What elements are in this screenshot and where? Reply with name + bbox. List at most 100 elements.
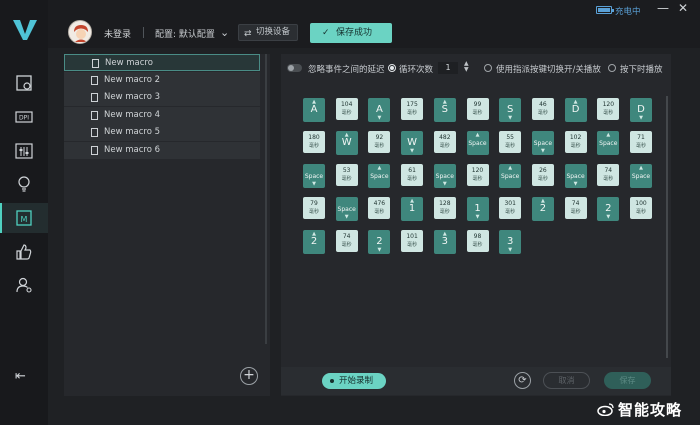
key-label: Space	[304, 173, 324, 180]
key-event-tile[interactable]: ▼ S	[499, 98, 522, 122]
thumbs-up-icon[interactable]	[14, 242, 34, 262]
delay-event-tile[interactable]: 482 毫秒	[433, 131, 456, 153]
key-event-tile[interactable]: ▼ 2	[368, 230, 391, 254]
macro-list-item[interactable]: New macro	[64, 54, 260, 71]
key-event-tile[interactable]: ▲ 1	[401, 197, 424, 221]
delay-event-tile[interactable]: 100 毫秒	[630, 197, 652, 219]
key-event-tile[interactable]: ▼ 3	[499, 230, 522, 254]
delay-value: 26	[539, 167, 547, 174]
minimize-icon[interactable]: —	[657, 1, 669, 15]
playback-options: 忽略事件之间的延迟 循环次数 1 ▲ ▼ 使用指派按键切换开/关播放 按下时播放	[281, 58, 671, 78]
key-label: S	[441, 104, 448, 115]
add-macro-button[interactable]: +	[240, 367, 258, 385]
delay-event-tile[interactable]: 74 毫秒	[335, 230, 358, 252]
macro-list-item[interactable]: New macro 3	[64, 89, 260, 106]
press-mode-radio[interactable]	[608, 64, 616, 72]
macro-list-scrollbar[interactable]	[265, 54, 267, 344]
key-event-tile[interactable]: ▲ A	[303, 98, 325, 122]
delay-event-tile[interactable]: 476 毫秒	[368, 197, 391, 219]
ignore-delay-toggle[interactable]	[287, 64, 302, 72]
cancel-button[interactable]: 取消	[543, 372, 590, 389]
chevron-down-icon[interactable]: ⌄	[220, 26, 229, 39]
sliders-icon[interactable]	[14, 141, 34, 161]
key-event-tile[interactable]: ▼ A	[368, 98, 391, 122]
delay-event-tile[interactable]: 101 毫秒	[401, 230, 424, 252]
key-event-tile[interactable]: ▲ S	[433, 98, 456, 122]
key-event-tile[interactable]: ▼ 2	[597, 197, 620, 221]
delay-event-tile[interactable]: 99 毫秒	[466, 98, 489, 120]
loop-count-radio[interactable]	[388, 64, 396, 72]
key-event-tile[interactable]: ▼ 1	[466, 197, 489, 221]
key-event-tile[interactable]: ▼ Space	[564, 164, 587, 188]
delay-unit: 毫秒	[407, 176, 418, 182]
delay-event-tile[interactable]: 104 毫秒	[335, 98, 358, 120]
key-event-tile[interactable]: ▲ Space	[630, 164, 652, 188]
loop-count-stepper[interactable]: ▲ ▼	[464, 61, 469, 73]
macro-list-item[interactable]: New macro 6	[64, 141, 260, 159]
document-icon	[91, 128, 98, 137]
editor-scrollbar[interactable]	[666, 96, 668, 358]
delay-event-tile[interactable]: 61 毫秒	[401, 164, 424, 186]
avatar[interactable]	[68, 20, 92, 44]
delay-event-tile[interactable]: 120 毫秒	[466, 164, 489, 186]
macro-icon[interactable]: M	[14, 208, 34, 228]
delay-event-tile[interactable]: 26 毫秒	[531, 164, 554, 186]
delay-value: 74	[604, 167, 613, 174]
delay-event-tile[interactable]: 74 毫秒	[564, 197, 587, 219]
dashboard-icon[interactable]	[14, 73, 34, 93]
switch-icon: ⇄	[244, 29, 252, 39]
macro-list-item[interactable]: New macro 5	[64, 124, 260, 141]
user-name[interactable]: 未登录	[104, 27, 131, 40]
key-event-tile[interactable]: ▼ Space	[303, 164, 325, 188]
key-event-tile[interactable]: ▲ W	[335, 131, 358, 155]
key-event-tile[interactable]: ▼ Space	[335, 197, 358, 221]
delay-value: 102	[569, 134, 582, 141]
save-status-button[interactable]: ✓ 保存成功	[310, 23, 392, 43]
side-rail: DPI M ⇤	[0, 0, 48, 425]
loop-count-input[interactable]: 1	[438, 62, 458, 74]
delay-event-tile[interactable]: 98 毫秒	[466, 230, 489, 252]
user-settings-icon[interactable]	[14, 275, 34, 295]
delay-event-tile[interactable]: 74 毫秒	[597, 164, 620, 186]
delay-event-tile[interactable]: 128 毫秒	[433, 197, 456, 219]
delay-event-tile[interactable]: 102 毫秒	[564, 131, 587, 153]
key-event-tile[interactable]: ▼ D	[630, 98, 652, 122]
key-event-tile[interactable]: ▼ Space	[433, 164, 456, 188]
toggle-mode-radio[interactable]	[484, 64, 492, 72]
key-event-tile[interactable]: ▲ Space	[368, 164, 391, 188]
delay-event-tile[interactable]: 53 毫秒	[335, 164, 358, 186]
bulb-icon[interactable]	[14, 174, 34, 194]
key-event-tile[interactable]: ▲ 3	[433, 230, 456, 254]
reset-icon[interactable]: ⟳	[514, 372, 531, 389]
collapse-menu-icon[interactable]: ⇤	[15, 369, 26, 384]
key-event-tile[interactable]: ▼ W	[401, 131, 424, 155]
delay-event-tile[interactable]: 55 毫秒	[499, 131, 522, 153]
key-event-tile[interactable]: ▲ 2	[303, 230, 325, 254]
delay-unit: 毫秒	[374, 143, 385, 149]
delay-value: 99	[473, 101, 482, 108]
delay-event-tile[interactable]: 301 毫秒	[499, 197, 522, 219]
close-icon[interactable]: ✕	[678, 1, 688, 15]
switch-device-button[interactable]: ⇄ 切换设备	[238, 24, 298, 41]
delay-value: 53	[342, 167, 351, 174]
key-event-tile[interactable]: ▲ Space	[466, 131, 489, 155]
delay-value: 482	[439, 134, 451, 141]
key-event-tile[interactable]: ▼ Space	[531, 131, 554, 155]
save-button[interactable]: 保存	[604, 372, 651, 389]
delay-event-tile[interactable]: 175 毫秒	[401, 98, 424, 120]
key-event-tile[interactable]: ▲ Space	[499, 164, 522, 188]
start-record-button[interactable]: 开始录制	[322, 373, 386, 389]
key-event-tile[interactable]: ▲ D	[564, 98, 587, 122]
delay-event-tile[interactable]: 120 毫秒	[597, 98, 620, 120]
delay-event-tile[interactable]: 180 毫秒	[303, 131, 325, 153]
delay-event-tile[interactable]: 79 毫秒	[303, 197, 325, 219]
key-event-tile[interactable]: ▲ Space	[597, 131, 620, 155]
macro-list-item[interactable]: New macro 2	[64, 71, 260, 89]
config-label[interactable]: 配置: 默认配置	[155, 27, 215, 40]
delay-event-tile[interactable]: 92 毫秒	[368, 131, 391, 153]
key-event-tile[interactable]: ▲ 2	[531, 197, 554, 221]
delay-event-tile[interactable]: 71 毫秒	[630, 131, 652, 153]
dpi-icon[interactable]: DPI	[14, 107, 34, 127]
macro-list-item[interactable]: New macro 4	[64, 106, 260, 124]
delay-event-tile[interactable]: 46 毫秒	[531, 98, 554, 120]
